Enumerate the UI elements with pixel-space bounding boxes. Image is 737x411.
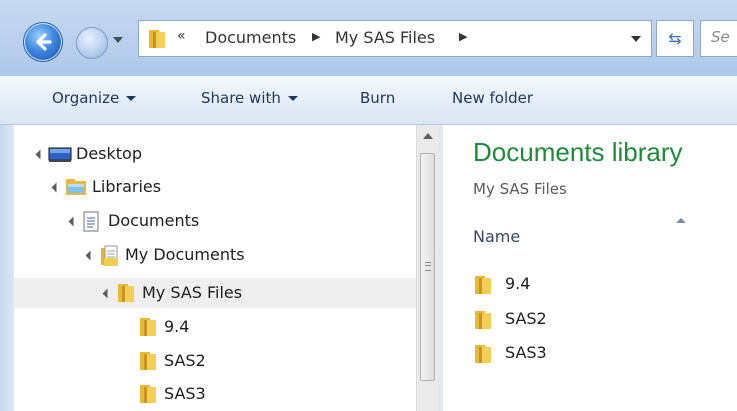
- file-item-label: 9.4: [505, 274, 531, 293]
- tree-item-my-sas-files[interactable]: My SAS Files: [14, 278, 416, 308]
- navigation-scrollbar[interactable]: [416, 125, 439, 411]
- tree-item-label: Documents: [108, 211, 200, 230]
- address-toolbar: « Documents ▶ My SAS Files ▶ ⇆ Se: [0, 0, 737, 76]
- scrollbar-thumb[interactable]: [420, 153, 435, 381]
- forward-button[interactable]: [76, 27, 108, 59]
- organize-label: Organize: [52, 89, 120, 107]
- tree-item-desktop[interactable]: Desktop: [14, 139, 414, 169]
- recent-pages-dropdown-icon[interactable]: [113, 37, 123, 43]
- expand-arrow-icon[interactable]: [68, 216, 79, 227]
- window-border: [0, 125, 14, 411]
- command-bar: Organize Share with Burn New folder: [0, 76, 737, 125]
- breadcrumb-my-sas-files[interactable]: My SAS Files: [335, 28, 435, 47]
- back-arrow-icon: [36, 33, 52, 51]
- tree-item-label: My SAS Files: [142, 283, 243, 302]
- tree-item-label: Desktop: [76, 144, 142, 163]
- new-folder-button[interactable]: New folder: [452, 89, 533, 107]
- expand-arrow-icon[interactable]: [35, 149, 46, 160]
- folder-icon: [118, 284, 134, 302]
- chevron-down-icon: [287, 96, 298, 101]
- scroll-up-arrow-icon[interactable]: [423, 133, 433, 139]
- back-button[interactable]: [23, 22, 63, 62]
- folder-icon: [140, 352, 156, 370]
- address-bar[interactable]: « Documents ▶ My SAS Files ▶: [138, 20, 652, 57]
- folder-icon: [475, 276, 491, 294]
- chevron-down-icon: [126, 96, 137, 101]
- expand-arrow-icon[interactable]: [102, 288, 113, 299]
- navigation-pane: Desktop Libraries Documents My Documents…: [14, 125, 439, 411]
- grip-icon: [425, 262, 431, 271]
- expand-arrow-icon[interactable]: [51, 182, 62, 193]
- search-input[interactable]: Se: [700, 20, 737, 57]
- documents-library-icon: [83, 211, 99, 232]
- libraries-icon: [66, 179, 86, 195]
- share-with-label: Share with: [201, 89, 281, 107]
- folder-icon: [149, 30, 165, 48]
- breadcrumb-separator-icon[interactable]: ▶: [459, 30, 467, 43]
- tree-item-libraries[interactable]: Libraries: [14, 172, 414, 202]
- tree-item-sas2[interactable]: SAS2: [14, 346, 414, 376]
- breadcrumb-documents[interactable]: Documents: [205, 28, 296, 47]
- library-title: Documents library: [473, 137, 683, 167]
- refresh-icon: ⇆: [668, 29, 682, 48]
- folder-icon: [475, 311, 491, 329]
- organize-menu[interactable]: Organize: [52, 89, 137, 107]
- share-with-menu[interactable]: Share with: [201, 89, 298, 107]
- library-subtitle: My SAS Files: [473, 180, 567, 198]
- tree-item-label: My Documents: [125, 245, 245, 264]
- sort-ascending-icon: [676, 218, 686, 223]
- tree-item-my-documents[interactable]: My Documents: [14, 240, 414, 270]
- content-pane: Documents library My SAS Files Name 9.4 …: [443, 125, 737, 411]
- tree-item-sas3[interactable]: SAS3: [14, 379, 414, 409]
- breadcrumb-separator-icon[interactable]: ▶: [312, 30, 320, 43]
- my-documents-folder-icon: [101, 245, 118, 266]
- refresh-button[interactable]: ⇆: [656, 20, 694, 57]
- column-header-name[interactable]: Name: [473, 227, 520, 246]
- file-item-label: SAS2: [505, 309, 547, 328]
- explorer-window: « Documents ▶ My SAS Files ▶ ⇆ Se Organi…: [0, 0, 737, 411]
- tree-item-label: 9.4: [164, 317, 190, 336]
- folder-icon: [140, 318, 156, 336]
- address-dropdown-icon[interactable]: [631, 36, 641, 42]
- file-item-label: SAS3: [505, 343, 547, 362]
- folder-icon: [475, 345, 491, 363]
- tree-item-label: Libraries: [92, 177, 162, 196]
- expand-arrow-icon[interactable]: [85, 250, 96, 261]
- burn-button[interactable]: Burn: [360, 89, 395, 107]
- tree-item-label: SAS3: [164, 384, 206, 403]
- folder-icon: [140, 385, 156, 403]
- tree-item-9-4[interactable]: 9.4: [14, 312, 414, 342]
- desktop-icon: [48, 147, 72, 162]
- address-overflow-chevrons[interactable]: «: [177, 28, 186, 44]
- tree-item-documents[interactable]: Documents: [14, 206, 414, 236]
- tree-item-label: SAS2: [164, 351, 206, 370]
